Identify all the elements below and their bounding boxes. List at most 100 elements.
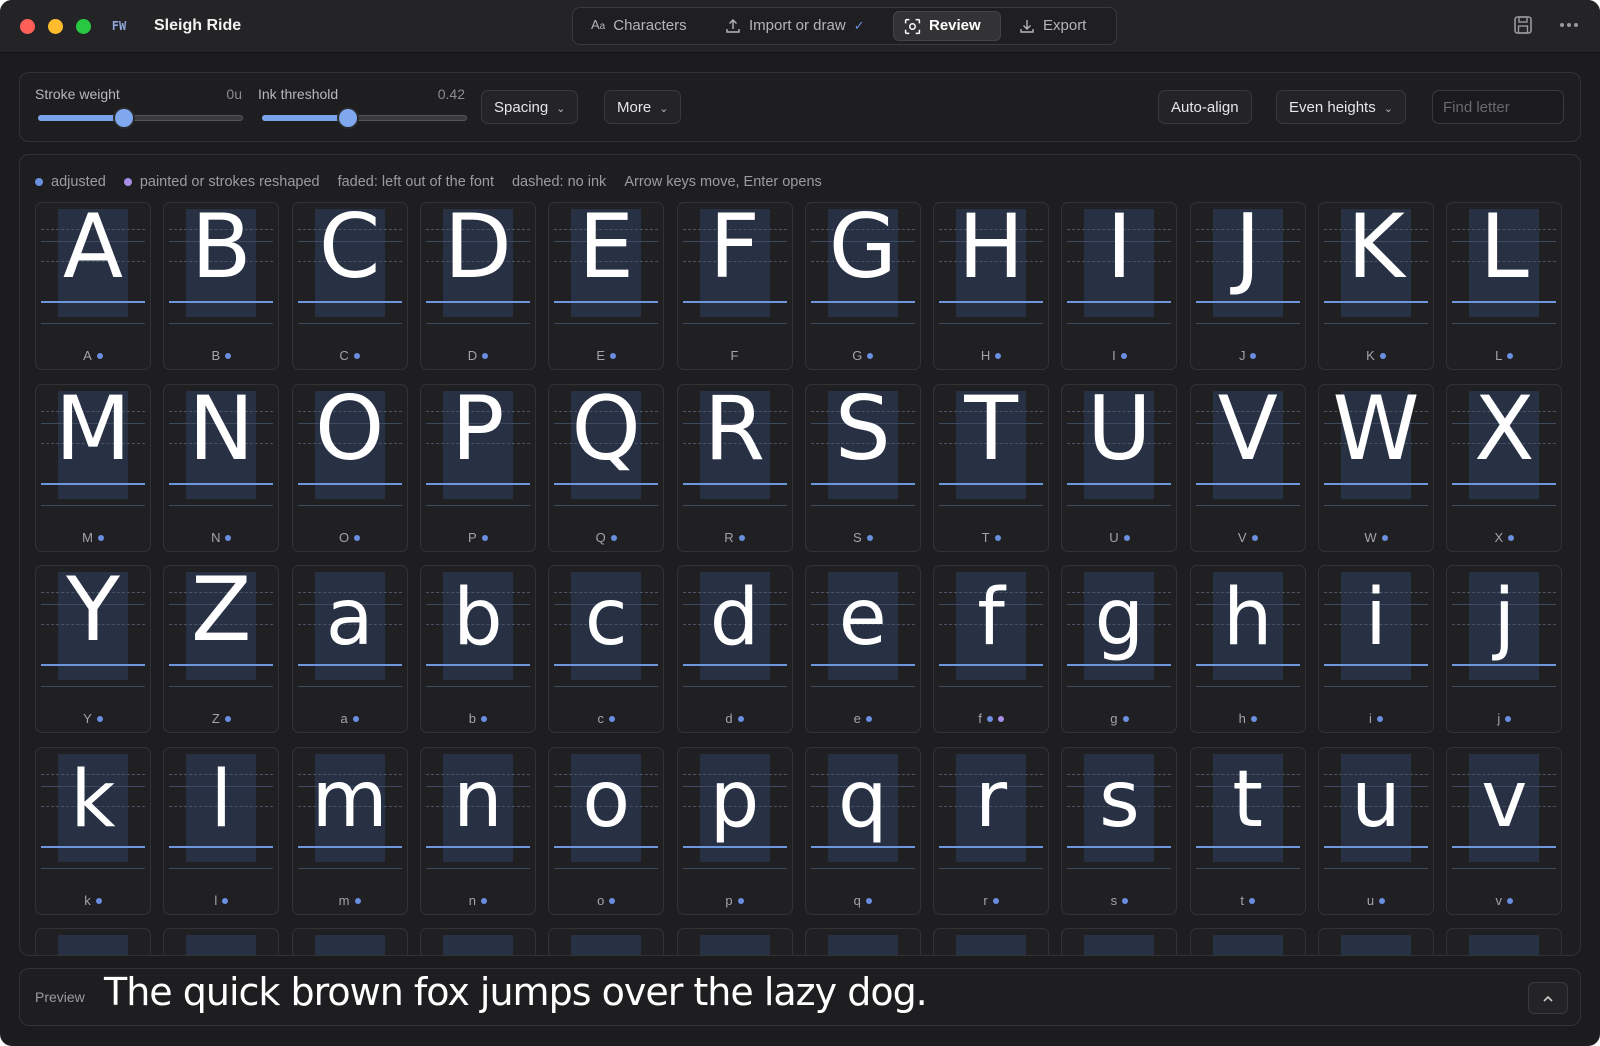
glyph-card[interactable]: ZZ bbox=[163, 558, 280, 733]
glyph-label-text: o bbox=[597, 892, 605, 908]
glyph-ink-column bbox=[571, 935, 642, 955]
even-heights-dropdown[interactable]: Even heights ⌄ bbox=[1276, 90, 1406, 124]
glyph-card[interactable]: ee bbox=[804, 565, 921, 733]
glyph-card[interactable]: rr bbox=[933, 746, 1050, 915]
glyph-label-text: W bbox=[1364, 529, 1377, 545]
glyph-label: X bbox=[1447, 530, 1561, 546]
glyph-label: h bbox=[1191, 711, 1305, 727]
glyph-card[interactable]: RR bbox=[676, 377, 793, 552]
glyph-card[interactable]: MM bbox=[35, 377, 151, 552]
more-options-button[interactable] bbox=[1558, 14, 1582, 38]
glyph-card[interactable]: VV bbox=[1189, 377, 1306, 552]
adjusted-dot-icon bbox=[35, 178, 43, 186]
glyph-card[interactable]: GG bbox=[804, 200, 921, 370]
glyph-card[interactable]: II bbox=[1061, 200, 1178, 370]
collapse-preview-button[interactable] bbox=[1528, 982, 1568, 1014]
glyph-card[interactable]: bb bbox=[419, 565, 536, 733]
glyph-card[interactable]: ff bbox=[933, 565, 1050, 733]
glyph-card[interactable]: ss bbox=[1061, 746, 1178, 915]
glyph-card[interactable] bbox=[291, 928, 408, 955]
adjusted-dot-icon bbox=[1251, 534, 1258, 541]
guide-line bbox=[554, 867, 659, 869]
glyph-card[interactable]: qq bbox=[804, 746, 921, 915]
adjusted-dot-icon bbox=[1508, 534, 1515, 541]
glyph-card[interactable]: NN bbox=[163, 377, 280, 552]
glyph-card[interactable] bbox=[676, 928, 793, 955]
glyph-card[interactable]: AA bbox=[35, 200, 151, 370]
glyph-card[interactable] bbox=[35, 928, 151, 955]
glyph-card[interactable]: WW bbox=[1318, 377, 1434, 552]
tab-review[interactable]: Review bbox=[893, 11, 1001, 41]
glyph-card[interactable]: dd bbox=[676, 565, 793, 733]
auto-align-button[interactable]: Auto-align bbox=[1158, 90, 1252, 124]
glyph-card[interactable] bbox=[804, 928, 921, 955]
glyph-card[interactable]: EE bbox=[548, 200, 665, 370]
glyph-card[interactable]: kk bbox=[35, 746, 151, 915]
glyph-label-text: L bbox=[1495, 348, 1503, 363]
glyph-card[interactable] bbox=[1318, 928, 1434, 955]
glyph-card[interactable]: cc bbox=[548, 565, 665, 733]
glyph-card[interactable]: tt bbox=[1189, 746, 1306, 915]
glyph-card[interactable]: DD bbox=[419, 200, 536, 370]
glyph-card[interactable]: jj bbox=[1446, 565, 1563, 733]
glyph-card[interactable]: FF bbox=[676, 200, 793, 370]
tab-export[interactable]: Export bbox=[1009, 11, 1107, 41]
slider-handle[interactable] bbox=[115, 109, 134, 127]
glyph-card[interactable] bbox=[163, 928, 280, 955]
glyph-card[interactable]: LL bbox=[1446, 200, 1563, 370]
glyph-card[interactable]: uu bbox=[1318, 746, 1434, 915]
legend-adjusted-label: adjusted bbox=[51, 174, 106, 190]
glyph-card[interactable]: OO bbox=[291, 377, 408, 552]
glyph-card[interactable]: ll bbox=[163, 746, 280, 915]
glyph-card[interactable]: BB bbox=[163, 200, 280, 370]
glyph-card[interactable]: hh bbox=[1189, 565, 1306, 733]
glyph-card[interactable]: pp bbox=[676, 746, 793, 915]
glyph-card[interactable] bbox=[1189, 928, 1306, 955]
spacing-dropdown[interactable]: Spacing ⌄ bbox=[481, 90, 579, 124]
glyph-card[interactable]: UU bbox=[1061, 377, 1178, 552]
glyph-card[interactable]: PP bbox=[419, 377, 536, 552]
tab-characters[interactable]: Aa Characters bbox=[581, 11, 705, 41]
glyph-card[interactable] bbox=[548, 928, 665, 955]
glyph-card[interactable]: oo bbox=[548, 746, 665, 915]
minimize-window-button[interactable] bbox=[48, 19, 63, 34]
slider-handle[interactable] bbox=[339, 109, 358, 127]
guide-line bbox=[425, 867, 530, 869]
glyph-card[interactable] bbox=[1061, 928, 1178, 955]
glyph-card[interactable]: gg bbox=[1061, 565, 1178, 733]
glyph-card[interactable]: CC bbox=[291, 200, 408, 370]
app-window: FW Sleigh Ride Aa Characters Import or d… bbox=[0, 0, 1600, 1046]
glyph-card[interactable]: QQ bbox=[548, 377, 665, 552]
zoom-window-button[interactable] bbox=[76, 19, 91, 34]
glyph-label-text: f bbox=[978, 711, 982, 726]
find-letter-input[interactable] bbox=[1432, 90, 1564, 124]
stroke-weight-slider[interactable] bbox=[38, 109, 243, 127]
glyph-card[interactable]: mm bbox=[291, 746, 408, 915]
guide-line bbox=[425, 686, 530, 687]
glyph-card[interactable] bbox=[1446, 928, 1563, 955]
glyph-label-text: q bbox=[853, 892, 861, 908]
glyph-card[interactable]: aa bbox=[291, 565, 408, 733]
glyph-card[interactable] bbox=[933, 928, 1050, 955]
guide-line bbox=[169, 686, 274, 687]
glyph-card[interactable]: SS bbox=[804, 377, 921, 552]
glyph-card[interactable]: ii bbox=[1318, 565, 1434, 733]
glyph-card[interactable]: TT bbox=[933, 377, 1050, 552]
glyph-label: t bbox=[1191, 893, 1305, 909]
ink-threshold-slider[interactable] bbox=[262, 109, 467, 127]
glyph-card[interactable]: HH bbox=[933, 200, 1050, 370]
glyph-card[interactable]: vv bbox=[1446, 746, 1563, 915]
save-button[interactable] bbox=[1512, 14, 1536, 38]
glyph-card[interactable]: nn bbox=[419, 746, 536, 915]
glyph-card[interactable]: XX bbox=[1446, 377, 1563, 552]
glyph-card[interactable]: YY bbox=[35, 558, 151, 733]
close-window-button[interactable] bbox=[20, 19, 35, 34]
glyph-preview: K bbox=[1347, 200, 1405, 298]
tab-import-or-draw[interactable]: Import or draw ✓ bbox=[715, 11, 887, 41]
glyph-card[interactable] bbox=[419, 928, 536, 955]
more-dropdown[interactable]: More ⌄ bbox=[604, 90, 682, 124]
adjusted-dot-icon bbox=[96, 353, 103, 360]
guide-line bbox=[1067, 504, 1172, 506]
glyph-card[interactable]: KK bbox=[1318, 200, 1434, 370]
glyph-card[interactable]: JJ bbox=[1189, 200, 1306, 370]
